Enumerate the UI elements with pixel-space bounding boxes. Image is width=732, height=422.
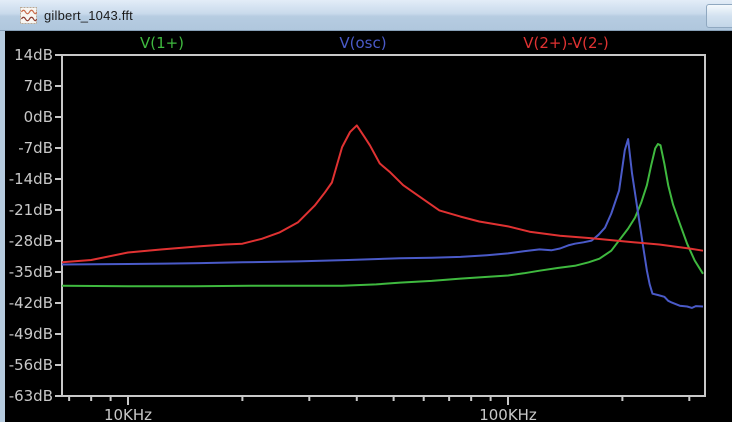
fft-plot-window: gilbert_1043.fft V(1+) V(osc) V(2+)-V(2-… [0, 0, 732, 422]
y-axis-tick-label: 0dB [24, 108, 53, 126]
y-axis-tick-label: -42dB [9, 294, 53, 312]
plot-pane[interactable]: V(1+) V(osc) V(2+)-V(2-) 14dB7dB0dB-7dB-… [0, 31, 732, 422]
fft-chart[interactable]: 14dB 7dB 0dB -7dB -14dB -21dB -28dB -35dB -42dB -… [0, 31, 732, 422]
trace-v2diff [62, 125, 703, 262]
y-axis-tick-label: -63dB [9, 387, 53, 405]
x-axis-tick-label: 100KHz [479, 406, 537, 422]
trace-vosc [62, 139, 703, 308]
window-titlebar[interactable]: gilbert_1043.fft [0, 0, 732, 31]
plot-border [62, 55, 705, 396]
y-axis-tick-label: -35dB [9, 263, 53, 281]
waveform-icon [20, 7, 37, 24]
y-axis-tick-label: -7dB [18, 139, 53, 157]
window-button-partial[interactable] [706, 4, 732, 28]
x-axis-tick-label: 10KHz [104, 406, 152, 422]
y-axis-tick-label: -21dB [9, 201, 53, 219]
y-axis-tick-label: -14dB [9, 170, 53, 188]
y-axis-tick-label: -56dB [9, 356, 53, 374]
y-axis-tick-label: 14dB [14, 46, 53, 64]
window-title: gilbert_1043.fft [44, 8, 133, 23]
y-axis-tick-label: 7dB [24, 77, 53, 95]
y-axis-tick-label: -49dB [9, 325, 53, 343]
y-axis-tick-label: -28dB [9, 232, 53, 250]
